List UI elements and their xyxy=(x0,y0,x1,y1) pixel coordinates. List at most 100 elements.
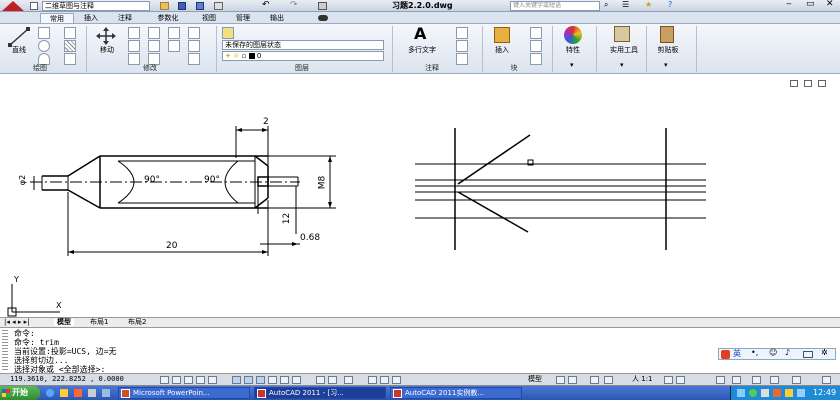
properties-button-label[interactable]: 特性 xyxy=(558,45,588,55)
undo-icon[interactable]: ↶ xyxy=(262,1,270,10)
command-window[interactable]: 命令: 命令: trim 当前设置:投影=UCS, 边=无 选择剪切边... 选… xyxy=(0,328,840,374)
tray-app2-icon[interactable] xyxy=(797,389,805,397)
smiley-icon[interactable]: ☺ xyxy=(769,349,777,357)
insert-block-icon[interactable] xyxy=(494,27,510,43)
tpy-toggle[interactable] xyxy=(316,376,325,384)
command-prompt[interactable]: 选择对象或 <全部选择>: xyxy=(14,365,105,374)
offset-icon[interactable] xyxy=(188,53,200,65)
workspace-switch-icon[interactable] xyxy=(716,376,725,384)
saveas-icon[interactable] xyxy=(196,2,204,10)
extra2-toggle[interactable] xyxy=(392,376,401,384)
polar-toggle[interactable] xyxy=(208,376,217,384)
qp-toggle[interactable] xyxy=(328,376,337,384)
tray-network-icon[interactable] xyxy=(737,389,745,397)
hatch-icon[interactable] xyxy=(64,40,76,52)
explode-icon[interactable] xyxy=(188,40,200,52)
quicklaunch-media-icon[interactable] xyxy=(74,389,82,397)
redo-icon[interactable]: ↷ xyxy=(290,1,298,10)
group-annotation-label[interactable]: 注释 xyxy=(412,63,452,73)
annotation-scale[interactable]: 人 1:1 xyxy=(632,376,653,383)
tab-manage[interactable]: 管理 xyxy=(230,13,256,23)
tray-volume-icon[interactable] xyxy=(761,389,769,397)
minimize-button[interactable]: ‒ xyxy=(786,0,792,9)
group-layers-label[interactable]: 图层 xyxy=(282,63,322,73)
create-block-icon[interactable] xyxy=(530,27,542,39)
sc-toggle[interactable] xyxy=(344,376,353,384)
taskbar-item-powerpoint[interactable]: Microsoft PowerPoin... xyxy=(118,387,250,399)
annotation-visibility-icon[interactable] xyxy=(664,376,673,384)
lwt-toggle[interactable] xyxy=(292,376,301,384)
layer-state-dropdown[interactable]: 未保存的图层状态 xyxy=(222,40,384,50)
tab-view[interactable]: 视图 xyxy=(196,13,222,23)
group-block-label[interactable]: 块 xyxy=(494,63,534,73)
drawing-area[interactable]: 2 φ2 90° 90° M8 12 0.68 20 Y X xyxy=(0,74,840,318)
taskbar-item-autocad-tutorial[interactable]: AutoCAD 2011实例教... xyxy=(390,387,522,399)
fillet-icon[interactable] xyxy=(148,40,160,52)
ortho-toggle[interactable] xyxy=(196,376,205,384)
layout-tab-2[interactable]: 布局2 xyxy=(128,319,146,326)
clock[interactable]: 12:49 xyxy=(813,389,836,397)
tray-app-icon[interactable] xyxy=(785,389,793,397)
mtext-button-label[interactable]: 多行文字 xyxy=(400,45,444,55)
quicklaunch-ie-icon[interactable] xyxy=(46,389,54,397)
ime-mode[interactable]: 英 xyxy=(733,350,741,358)
circle-icon[interactable] xyxy=(38,40,50,52)
app-logo-icon[interactable] xyxy=(2,1,24,11)
properties-icon[interactable] xyxy=(564,26,582,44)
tray-security-icon[interactable] xyxy=(749,389,757,397)
properties-expand-icon[interactable]: ▾ xyxy=(570,62,574,69)
quick-access-new-icon[interactable] xyxy=(30,2,38,10)
clean-screen-icon[interactable] xyxy=(822,376,831,384)
clipboard-icon[interactable] xyxy=(660,26,674,43)
utilities-expand-icon[interactable]: ▾ xyxy=(620,62,624,69)
close-button[interactable]: ✕ xyxy=(826,0,834,9)
move-button-label[interactable]: 移动 xyxy=(94,45,120,55)
drawing-quick-view[interactable] xyxy=(568,376,577,384)
utilities-button-label[interactable]: 实用工具 xyxy=(604,45,644,55)
dyn-toggle[interactable] xyxy=(280,376,289,384)
lock-ui-icon[interactable] xyxy=(732,376,741,384)
utilities-icon[interactable] xyxy=(614,26,630,42)
ime-toolbar[interactable]: 英 •, ☺ ♪ ✲ xyxy=(718,348,836,360)
table-icon[interactable] xyxy=(64,53,76,65)
mirror-icon[interactable] xyxy=(148,27,160,39)
grid-toggle[interactable] xyxy=(184,376,193,384)
extra-toggle[interactable] xyxy=(380,376,389,384)
line-button-label[interactable]: 直线 xyxy=(8,45,30,55)
group-modify-label[interactable]: 修改 xyxy=(130,63,170,73)
line-tool-icon[interactable] xyxy=(8,27,30,47)
help-icon[interactable]: ? xyxy=(668,1,672,9)
tray-ime-icon[interactable] xyxy=(773,389,781,397)
scale-icon[interactable] xyxy=(168,27,180,39)
open-icon[interactable] xyxy=(160,2,169,10)
layout-quick-view[interactable] xyxy=(556,376,565,384)
pan-icon[interactable] xyxy=(590,376,599,384)
snap-toggle[interactable] xyxy=(172,376,181,384)
print-icon[interactable] xyxy=(318,2,327,10)
infer-constraints-toggle[interactable] xyxy=(160,376,169,384)
settings-icon[interactable]: ✲ xyxy=(821,349,828,357)
start-button[interactable]: 开始 xyxy=(0,386,40,400)
search-input[interactable]: 键入关键字或短语 xyxy=(510,1,600,11)
layout-tab-1[interactable]: 布局1 xyxy=(90,319,108,326)
tab-output[interactable]: 输出 xyxy=(264,13,290,23)
skin-icon[interactable]: ♪ xyxy=(785,349,790,357)
save-icon[interactable] xyxy=(178,2,186,10)
subscription-icon[interactable]: ☰ xyxy=(622,1,629,9)
auto-scale-icon[interactable] xyxy=(676,376,685,384)
isolate-objects-icon[interactable] xyxy=(770,376,779,384)
tab-home[interactable]: 常用 xyxy=(40,13,74,23)
tab-parametric[interactable]: 参数化 xyxy=(148,13,188,23)
hardware-accel-icon[interactable] xyxy=(752,376,761,384)
tab-nav-icon[interactable]: |◂ ◂ ▸ ▸| xyxy=(4,319,29,326)
trim-icon[interactable] xyxy=(128,40,140,52)
ribbon-toggle-icon[interactable] xyxy=(318,15,328,21)
clipboard-button-label[interactable]: 剪贴板 xyxy=(648,45,688,55)
model-space-button[interactable]: 模型 xyxy=(528,376,542,383)
taskbar-item-autocad-drawing[interactable]: AutoCAD 2011 - [习... xyxy=(254,387,386,399)
tab-insert[interactable]: 插入 xyxy=(78,13,104,23)
polyline-icon[interactable] xyxy=(38,27,50,39)
quicklaunch-desktop-icon[interactable] xyxy=(60,389,68,397)
rectangle-icon[interactable] xyxy=(64,27,76,39)
keyboard-icon[interactable] xyxy=(803,351,813,358)
